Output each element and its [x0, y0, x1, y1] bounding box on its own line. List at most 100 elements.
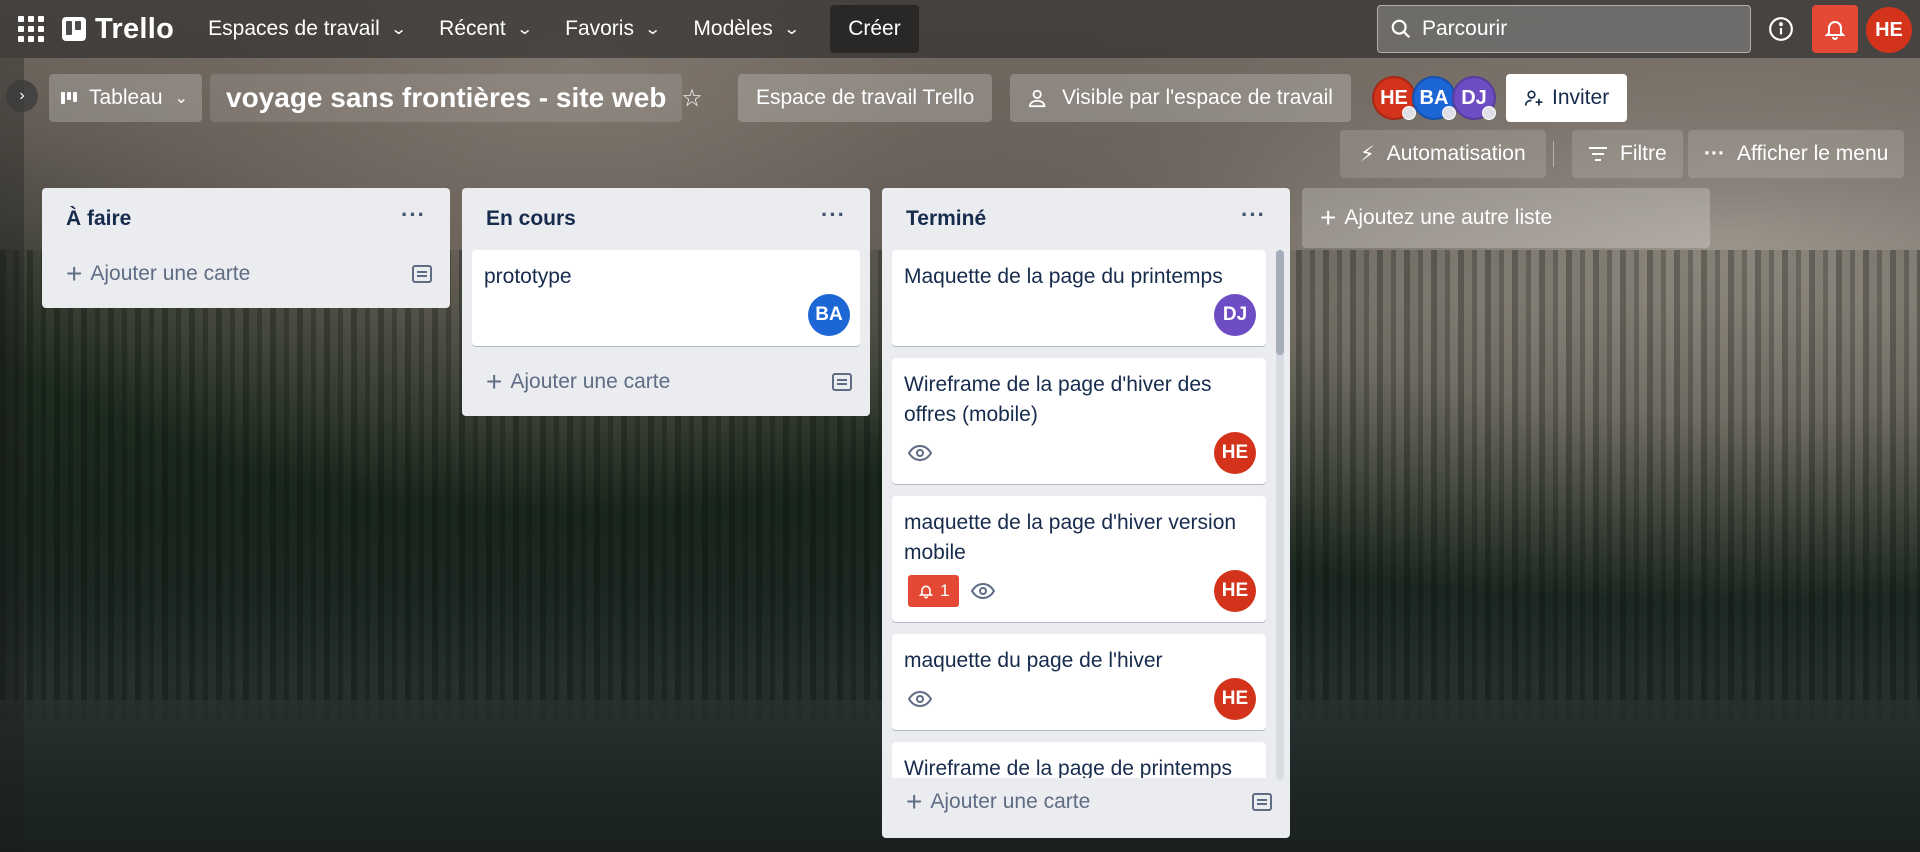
nav-recent[interactable]: Récent ⌄ — [439, 17, 533, 41]
board-title[interactable]: voyage sans frontières - site web — [210, 74, 683, 122]
filter-label: Filtre — [1620, 142, 1667, 165]
sidebar-collapsed: › — [0, 58, 38, 852]
list-header[interactable]: À faire ··· — [52, 188, 440, 250]
list-title[interactable]: Terminé — [906, 207, 986, 231]
chevron-down-icon: ⌄ — [174, 90, 188, 107]
add-card-button[interactable]: + Ajouter une carte — [52, 250, 440, 298]
more-icon: ··· — [1704, 142, 1725, 165]
create-button[interactable]: Créer — [830, 5, 919, 53]
add-card-label: Ajouter une carte — [510, 370, 671, 393]
nav-workspaces-label: Espaces de travail — [208, 17, 380, 40]
info-icon — [1769, 17, 1793, 41]
list-scrollbar[interactable] — [1276, 250, 1284, 780]
card-footer: BA — [484, 294, 850, 336]
view-switcher[interactable]: Tableau ⌄ — [49, 74, 202, 122]
list-header[interactable]: Terminé ··· — [892, 188, 1280, 250]
toolbar-divider — [1553, 141, 1554, 167]
automation-button[interactable]: ⚡ Automatisation — [1340, 130, 1546, 178]
apps-grid-icon[interactable] — [16, 14, 46, 44]
nav-templates[interactable]: Modèles ⌄ — [693, 17, 801, 41]
notification-badge[interactable]: 1 — [908, 575, 960, 607]
star-icon: ☆ — [681, 84, 703, 112]
card-title: Wireframe de la page de printemps — [904, 757, 1232, 778]
member-avatar[interactable]: DJ — [1452, 76, 1496, 120]
board-members: HE BA DJ — [1372, 76, 1496, 120]
board-header: Tableau ⌄ voyage sans frontières - site … — [0, 68, 1920, 128]
top-navigation: Trello Espaces de travail ⌄ Récent ⌄ Fav… — [0, 0, 1920, 58]
plus-icon: + — [1320, 202, 1337, 233]
visibility-button[interactable]: Visible par l'espace de travail — [1010, 74, 1351, 122]
add-list-label: Ajoutez une autre liste — [1344, 206, 1553, 229]
eye-icon — [908, 444, 932, 462]
people-icon — [1028, 89, 1046, 108]
card[interactable]: prototype BA — [472, 250, 860, 346]
card-title: maquette du page de l'hiver — [904, 649, 1163, 672]
list-in-progress: En cours ··· prototype BA + Ajouter une … — [462, 188, 870, 416]
admin-badge-icon — [1482, 106, 1496, 120]
information-button[interactable] — [1764, 12, 1798, 46]
nav-workspaces[interactable]: Espaces de travail ⌄ — [208, 17, 407, 41]
trello-logo[interactable]: Trello — [62, 13, 174, 46]
add-list-button[interactable]: + Ajoutez une autre liste — [1302, 188, 1710, 248]
notifications-button[interactable] — [1812, 5, 1858, 53]
card-badges — [904, 690, 932, 708]
lightning-icon: ⚡ — [1360, 142, 1375, 166]
list-menu-icon[interactable]: ··· — [1241, 204, 1266, 226]
add-card-label: Ajouter une carte — [90, 262, 251, 285]
list-title[interactable]: En cours — [486, 207, 576, 231]
logo-text: Trello — [95, 12, 175, 45]
member-avatar[interactable]: HE — [1372, 76, 1416, 120]
card-member-avatar[interactable]: HE — [1214, 678, 1256, 720]
card-member-avatar[interactable]: BA — [808, 294, 850, 336]
card-template-icon[interactable] — [412, 265, 432, 283]
show-menu-button[interactable]: ··· Afficher le menu — [1688, 130, 1905, 178]
nav-favorites-label: Favoris — [565, 17, 634, 40]
card-member-avatar[interactable]: HE — [1214, 432, 1256, 474]
card-title: Maquette de la page du printemps — [904, 265, 1223, 288]
filter-button[interactable]: Filtre — [1572, 130, 1683, 178]
member-avatar[interactable]: BA — [1412, 76, 1456, 120]
list-todo: À faire ··· + Ajouter une carte — [42, 188, 450, 308]
list-menu-icon[interactable]: ··· — [401, 204, 426, 226]
card[interactable]: maquette du page de l'hiver HE — [892, 634, 1266, 730]
show-menu-label: Afficher le menu — [1736, 142, 1889, 165]
bell-icon — [1824, 21, 1846, 40]
card[interactable]: maquette de la page d'hiver version mobi… — [892, 496, 1266, 622]
plus-icon: + — [906, 786, 923, 817]
nav-favorites[interactable]: Favoris ⌄ — [565, 17, 661, 41]
card-member-avatar[interactable]: DJ — [1214, 294, 1256, 336]
add-card-button[interactable]: + Ajouter une carte — [892, 778, 1280, 826]
workspace-button[interactable]: Espace de travail Trello — [738, 74, 993, 122]
invite-label: Inviter — [1552, 86, 1610, 109]
plus-icon: + — [486, 366, 503, 397]
list-menu-icon[interactable]: ··· — [821, 204, 846, 226]
card-title: Wireframe de la page d'hiver des offres … — [904, 373, 1212, 426]
card[interactable]: Wireframe de la page de printemps — [892, 742, 1266, 778]
card-template-icon[interactable] — [832, 373, 852, 391]
card-badges: 1 — [904, 575, 996, 607]
card[interactable]: Maquette de la page du printemps DJ — [892, 250, 1266, 346]
card-title: prototype — [484, 265, 572, 288]
member-initials: DJ — [1461, 86, 1487, 109]
search-input[interactable] — [1422, 17, 1722, 41]
member-initials: BA — [1419, 86, 1449, 109]
board-view-icon — [61, 92, 77, 104]
chevron-down-icon: ⌄ — [782, 21, 801, 38]
card-scroll-area[interactable]: Maquette de la page du printemps DJ Wire… — [892, 250, 1280, 778]
invite-button[interactable]: Inviter — [1506, 74, 1628, 122]
current-user-avatar[interactable]: HE — [1866, 7, 1912, 53]
card-footer: HE — [904, 432, 1256, 474]
list-header[interactable]: En cours ··· — [472, 188, 860, 250]
card-template-icon[interactable] — [1252, 793, 1272, 811]
card-member-avatar[interactable]: HE — [1214, 570, 1256, 612]
card[interactable]: Wireframe de la page d'hiver des offres … — [892, 358, 1266, 484]
list-done: Terminé ··· Maquette de la page du print… — [882, 188, 1290, 838]
list-title[interactable]: À faire — [66, 207, 131, 231]
trello-logo-icon — [62, 17, 86, 41]
add-card-button[interactable]: + Ajouter une carte — [472, 358, 860, 406]
star-board-button[interactable]: ☆ — [672, 74, 712, 122]
filter-icon — [1589, 147, 1607, 161]
nav-recent-label: Récent — [439, 17, 506, 40]
search-box[interactable] — [1377, 5, 1751, 53]
list-scrollbar-thumb[interactable] — [1276, 250, 1284, 355]
